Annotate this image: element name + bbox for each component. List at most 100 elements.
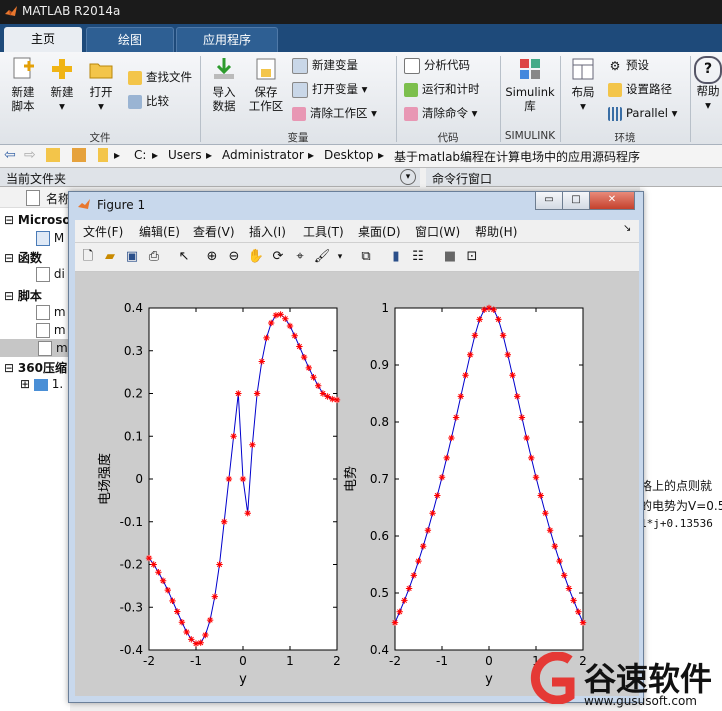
y-tick-label: 0.7: [370, 472, 389, 486]
save-icon[interactable]: ▣: [123, 248, 141, 266]
new-script-button[interactable]: 新建 脚本: [6, 56, 40, 113]
maximize-button[interactable]: □: [562, 192, 590, 210]
parallel-button[interactable]: Parallel ▾: [608, 104, 677, 122]
preferences-button[interactable]: ⚙ 预设: [608, 56, 649, 74]
collapse-icon[interactable]: ⊟: [4, 213, 14, 227]
list-item-label: 1.: [51, 377, 64, 391]
expand-icon[interactable]: ⊞: [20, 377, 30, 391]
pan-icon[interactable]: ✋: [247, 248, 265, 266]
command-window[interactable]: 格上的点则就 的电势为V=0.5 1*j+0.13536: [640, 187, 722, 711]
legend-icon[interactable]: ☷: [409, 248, 427, 266]
window-title: MATLAB R2014a: [22, 4, 121, 18]
tree-group[interactable]: ⊟ Microso: [4, 213, 71, 227]
run-and-time-button[interactable]: 运行和计时: [404, 80, 480, 98]
simulink-library-button[interactable]: Simulink 库: [504, 56, 556, 113]
list-item[interactable]: ⊞ 1.: [20, 377, 63, 391]
command-output-line: 的电势为V=0.5: [640, 499, 722, 513]
panel-menu-icon[interactable]: ▾: [400, 169, 416, 185]
open-button[interactable]: 打开 ▾: [84, 56, 118, 113]
tree-group[interactable]: ⊟ 函数: [4, 249, 42, 266]
menu-edit[interactable]: 编辑(E): [139, 223, 180, 240]
import-data-button[interactable]: 导入 数据: [206, 56, 242, 113]
brush-dropdown-icon[interactable]: ▾: [331, 248, 349, 266]
layout-button[interactable]: 布局 ▾: [566, 56, 600, 113]
browse-folder-icon[interactable]: [72, 148, 86, 162]
menu-view[interactable]: 查看(V): [193, 223, 235, 240]
figure-canvas[interactable]: -2 -1 0 1 2 -0.4 -0.3 -0.2 -0.1 0 0.1 0.2 0.3 0.4 y 电场强…: [75, 272, 639, 696]
breadcrumb-folder[interactable]: 基于matlab编程在计算电场中的应用源码程序: [394, 148, 640, 165]
menu-dock-icon[interactable]: ↘: [623, 223, 631, 234]
breadcrumb-desktop[interactable]: Desktop: [324, 148, 374, 162]
simulink-icon: [520, 59, 540, 79]
pointer-icon[interactable]: ↖: [175, 248, 193, 266]
brush-icon[interactable]: 🖌: [313, 248, 331, 266]
breadcrumb-users[interactable]: Users: [168, 148, 202, 162]
show-plot-tools-icon[interactable]: ⊡: [463, 248, 481, 266]
figure-window[interactable]: Figure 1 ▭ □ ✕ 文件(F) 编辑(E) 查看(V) 插入(I) 工…: [68, 191, 644, 703]
list-item[interactable]: M: [36, 231, 64, 246]
new-variable-button[interactable]: 新建变量: [292, 56, 358, 74]
folder-open-icon: [89, 63, 113, 79]
forward-arrow-icon[interactable]: ⇨: [24, 147, 36, 163]
breadcrumb-administrator[interactable]: Administrator: [222, 148, 304, 162]
tab-home[interactable]: 主页: [4, 27, 82, 52]
clear-commands-button[interactable]: 清除命令 ▾: [404, 104, 477, 122]
compare-button[interactable]: 比较: [128, 92, 169, 110]
tree-group[interactable]: ⊟ 360压缩: [4, 359, 67, 376]
help-button[interactable]: ? 帮助 ▾: [694, 56, 722, 112]
watermark-logo-icon: [530, 652, 575, 704]
clear-commands-label: 清除命令: [422, 106, 468, 120]
menu-desktop[interactable]: 桌面(D): [358, 223, 401, 240]
minimize-button[interactable]: ▭: [535, 192, 563, 210]
collapse-icon[interactable]: ⊟: [4, 361, 14, 375]
zoom-in-icon[interactable]: ⊕: [203, 248, 221, 266]
plots-svg: -2 -1 0 1 2 -0.4 -0.3 -0.2 -0.1 0 0.1 0.2 0.3 0.4 y 电场强…: [97, 301, 587, 687]
new-button[interactable]: 新建 ▾: [46, 56, 78, 113]
list-item-selected[interactable]: m: [0, 339, 70, 357]
menu-help[interactable]: 帮助(H): [475, 223, 517, 240]
link-plot-icon[interactable]: ⧉: [357, 248, 375, 266]
analyze-code-button[interactable]: 分析代码: [404, 56, 470, 74]
clear-workspace-button[interactable]: 清除工作区 ▾: [292, 104, 377, 122]
open-file-icon[interactable]: ▰: [101, 248, 119, 266]
set-path-label: 设置路径: [626, 82, 672, 96]
list-item[interactable]: m: [36, 323, 66, 338]
tree-group[interactable]: ⊟ 脚本: [4, 287, 42, 304]
new-figure-icon[interactable]: 🗋: [79, 248, 97, 266]
data-point-marker: [424, 527, 432, 534]
list-item[interactable]: m: [36, 305, 66, 320]
menu-tools[interactable]: 工具(T): [303, 223, 344, 240]
rotate-icon[interactable]: ⟳: [269, 248, 287, 266]
ribbon-tab-strip: 主页 绘图 应用程序: [0, 24, 722, 53]
data-point-marker: [556, 557, 563, 565]
run-and-time-label: 运行和计时: [422, 82, 480, 96]
data-cursor-icon[interactable]: ⌖: [291, 248, 309, 266]
collapse-icon[interactable]: ⊟: [4, 289, 14, 303]
name-column-header[interactable]: 名称: [46, 190, 70, 207]
menu-file[interactable]: 文件(F): [83, 223, 123, 240]
menu-window[interactable]: 窗口(W): [415, 223, 460, 240]
tab-apps[interactable]: 应用程序: [176, 27, 278, 53]
set-path-button[interactable]: 设置路径: [608, 80, 672, 98]
data-point-marker: [159, 577, 167, 584]
find-files-button[interactable]: 查找文件: [128, 68, 192, 86]
gear-icon: ⚙: [609, 58, 621, 73]
data-point-marker: [546, 527, 554, 534]
collapse-icon[interactable]: ⊟: [4, 251, 14, 265]
save-workspace-button[interactable]: 保存 工作区: [246, 56, 286, 113]
hide-plot-tools-icon[interactable]: ■: [441, 248, 459, 266]
colorbar-icon[interactable]: ▮: [387, 248, 405, 266]
tab-plots[interactable]: 绘图: [86, 27, 174, 53]
up-folder-icon[interactable]: [46, 148, 60, 162]
print-icon[interactable]: ⎙: [145, 248, 163, 266]
data-point-marker: [183, 628, 190, 636]
breadcrumb-drive[interactable]: C:: [134, 148, 146, 162]
close-button[interactable]: ✕: [589, 192, 635, 210]
zoom-out-icon[interactable]: ⊖: [225, 248, 243, 266]
tree-group-label: 360压缩: [17, 361, 67, 375]
x-tick-label: 0: [239, 654, 247, 668]
back-arrow-icon[interactable]: ⇦: [4, 147, 16, 163]
open-variable-button[interactable]: 打开变量 ▾: [292, 80, 367, 98]
list-item[interactable]: di: [36, 267, 65, 282]
menu-insert[interactable]: 插入(I): [249, 223, 286, 240]
